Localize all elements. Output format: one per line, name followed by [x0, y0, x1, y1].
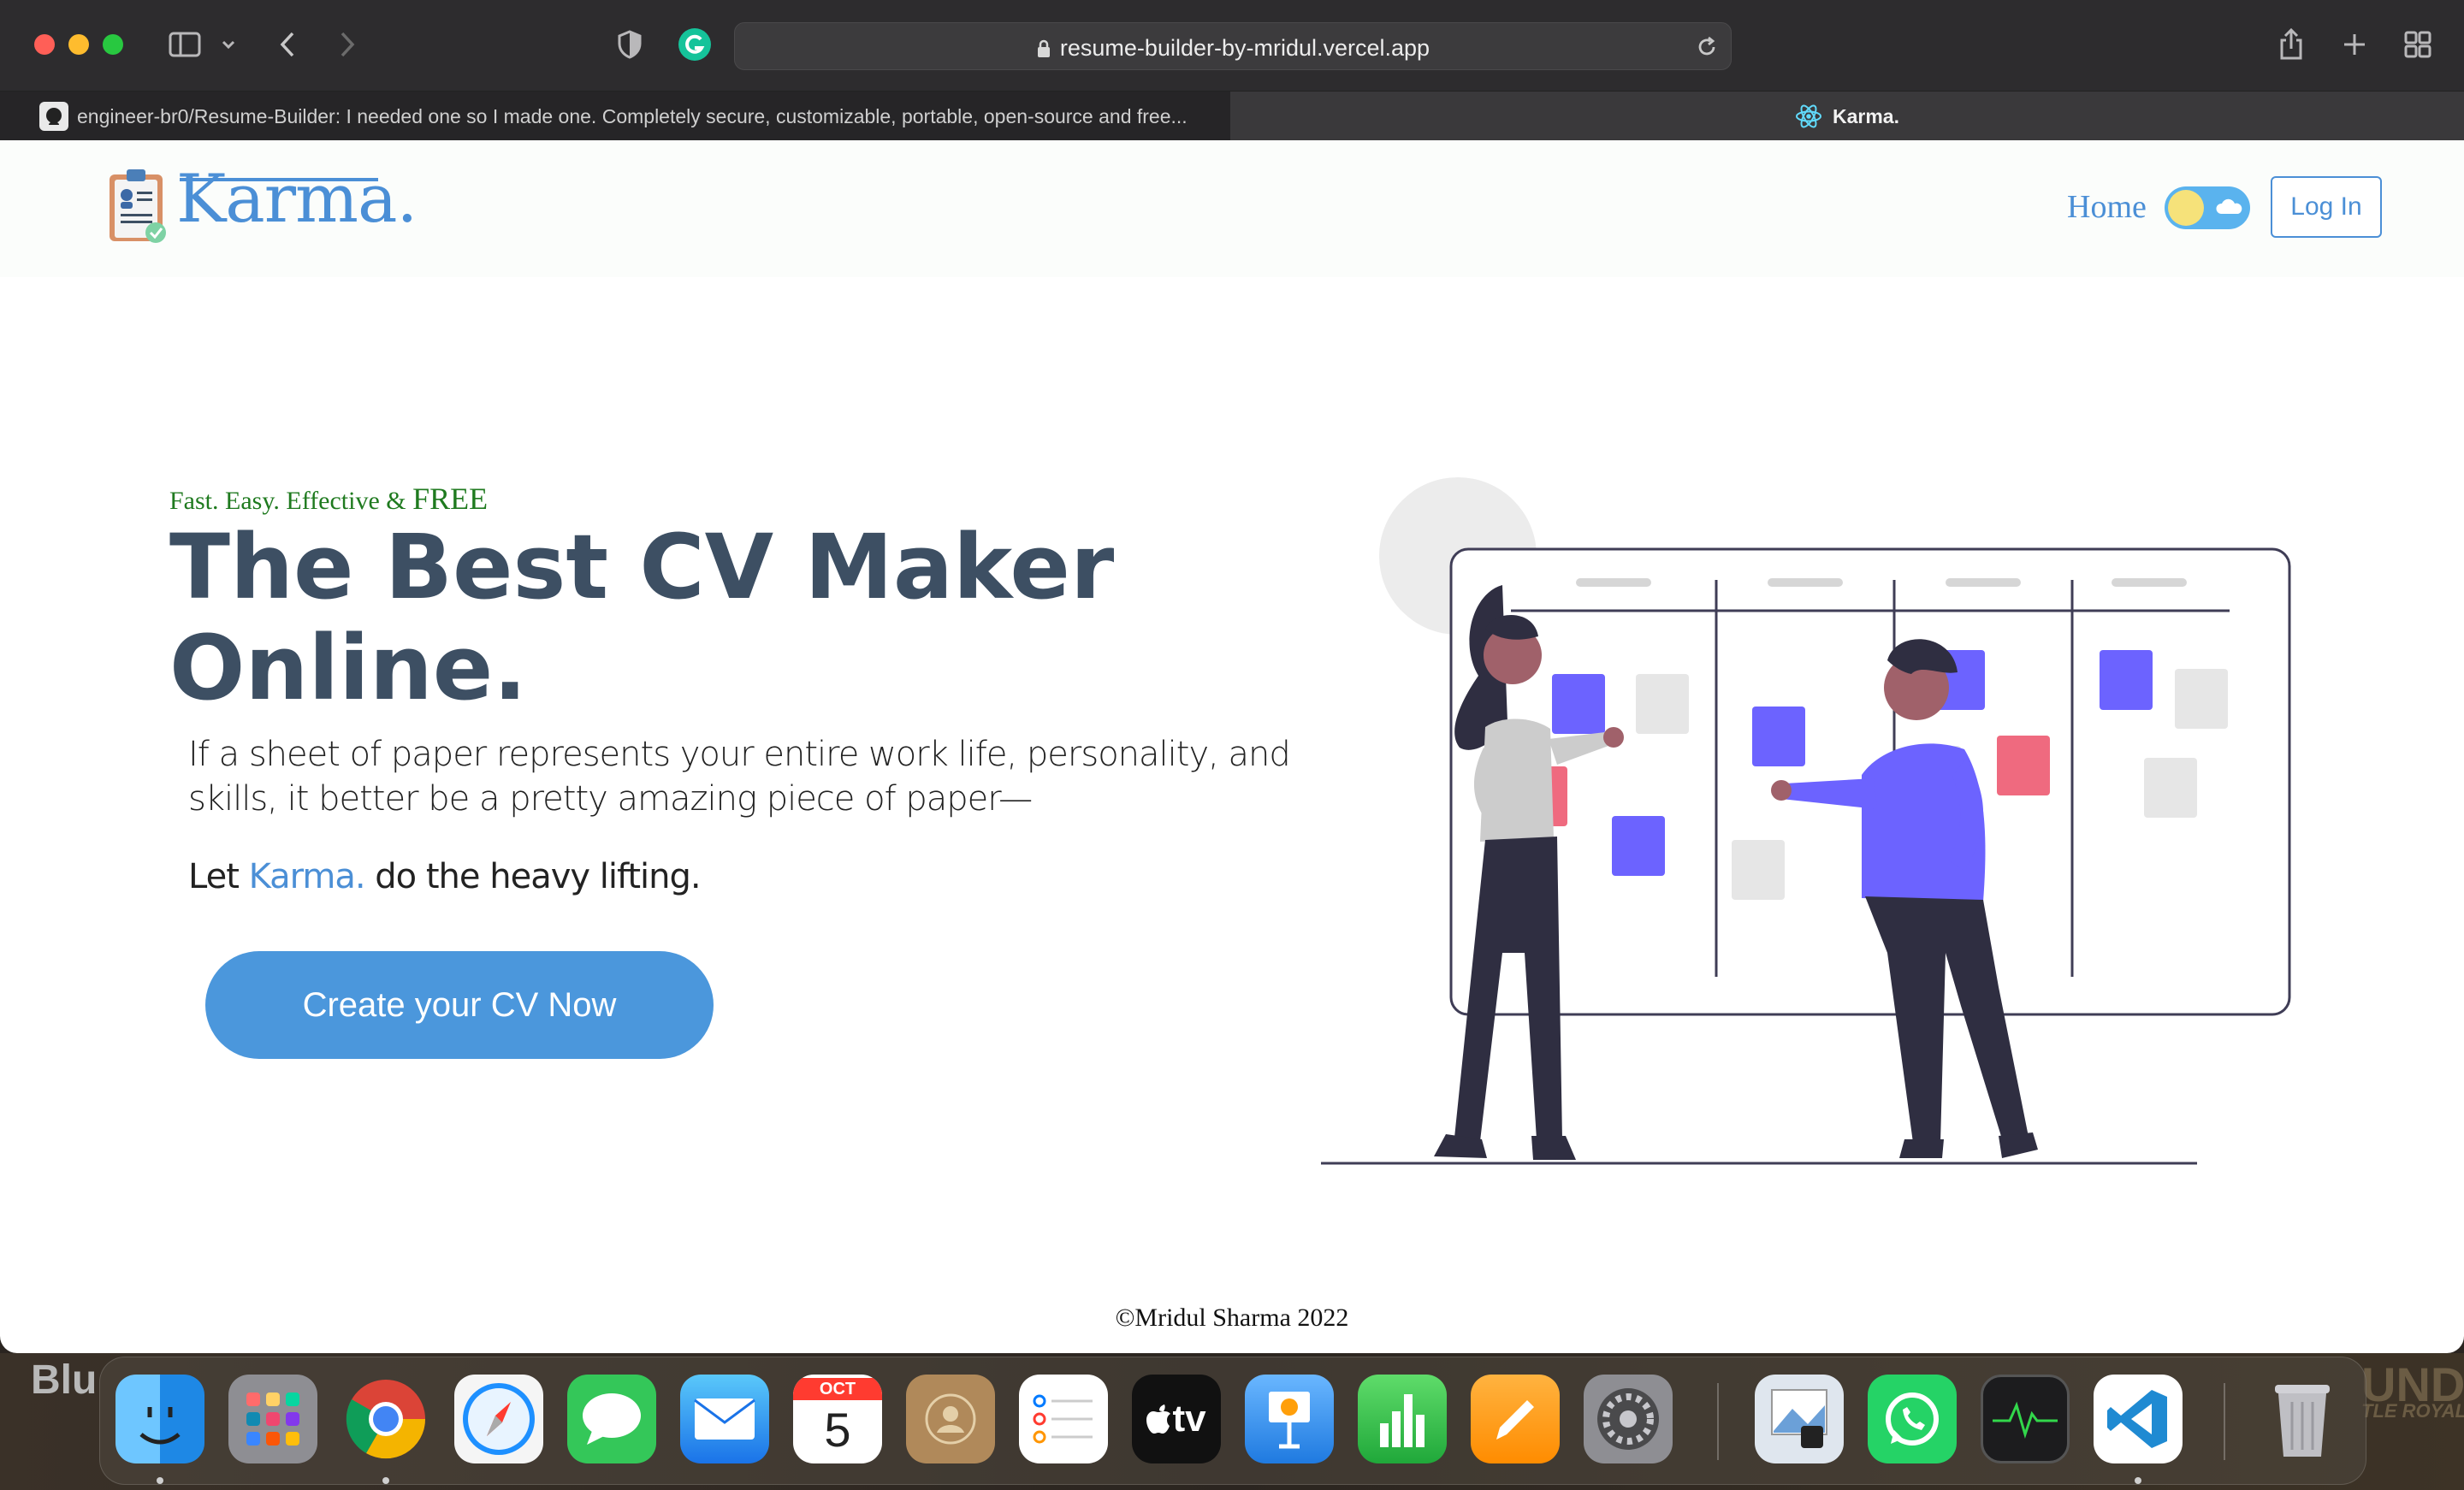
grammarly-extension-icon[interactable]	[676, 24, 714, 65]
tagline-free: FREE	[412, 482, 489, 516]
privacy-shield-icon[interactable]	[613, 24, 647, 65]
login-button[interactable]: Log In	[2271, 176, 2382, 238]
theme-toggle[interactable]	[2165, 186, 2250, 229]
apple-tv-label: tv	[1172, 1398, 1206, 1440]
hero-illustration	[1309, 474, 2319, 1184]
site-footer: ©Mridul Sharma 2022	[1115, 1304, 1349, 1332]
zoom-window-button[interactable]	[103, 34, 123, 55]
hero-tagline: Fast. Easy. Effective & FREE	[169, 481, 488, 517]
nav-home-link[interactable]: Home	[2067, 188, 2147, 226]
tagline-text: Fast. Easy. Effective &	[169, 487, 413, 515]
subline-brand: Karma.	[248, 857, 366, 896]
subline-suffix: do the heavy lifting.	[364, 857, 701, 896]
activity-monitor-icon[interactable]	[1981, 1375, 2070, 1463]
tab-karma[interactable]: Karma.	[1230, 92, 2464, 141]
share-icon[interactable]	[2272, 24, 2310, 65]
url-text: resume-builder-by-mridul.vercel.app	[735, 35, 1731, 62]
react-icon	[1796, 104, 1821, 128]
wallpaper-text-right-sub: TLE ROYAL	[2361, 1400, 2464, 1422]
hero-description: If a sheet of paper represents your enti…	[188, 735, 1291, 819]
dock: OCT 5 tv	[99, 1357, 2366, 1485]
tab-label: engineer-br0/Resume-Builder: I needed on…	[77, 104, 1188, 127]
finder-icon[interactable]	[116, 1375, 204, 1463]
preview-icon[interactable]	[1755, 1375, 1844, 1463]
dock-separator	[2224, 1383, 2225, 1460]
forward-arrow-icon[interactable]	[330, 24, 364, 65]
keynote-icon[interactable]	[1245, 1375, 1334, 1463]
tab-bar: engineer-br0/Resume-Builder: I needed on…	[0, 91, 2464, 141]
vscode-running-indicator	[2135, 1477, 2141, 1484]
contacts-icon[interactable]	[906, 1375, 995, 1463]
sun-icon	[2168, 190, 2204, 226]
headline-line-2: Online.	[169, 616, 527, 720]
reload-icon[interactable]	[1695, 35, 1719, 63]
dock-separator	[1717, 1383, 1719, 1460]
trash-icon[interactable]	[2258, 1375, 2347, 1463]
tab-label: Karma.	[1833, 104, 1899, 127]
safari-icon[interactable]	[454, 1375, 543, 1463]
hero-headline: The Best CV Maker Online.	[169, 517, 1282, 718]
back-arrow-icon[interactable]	[270, 24, 305, 65]
tab-github[interactable]: engineer-br0/Resume-Builder: I needed on…	[0, 92, 1230, 141]
lock-icon	[1037, 39, 1050, 57]
site-header: Karma. Home Log In	[0, 140, 2464, 277]
hero-subline: Let Karma. do the heavy lifting.	[188, 857, 702, 896]
tab-overview-icon[interactable]	[2399, 24, 2437, 65]
finder-running-indicator	[157, 1477, 163, 1484]
site-logo-text[interactable]: Karma.	[176, 161, 418, 238]
chrome-running-indicator	[382, 1477, 389, 1484]
whatsapp-icon[interactable]	[1868, 1375, 1957, 1463]
web-page: Karma. Home Log In Fast. Easy. Effective…	[0, 140, 2464, 1353]
messages-icon[interactable]	[567, 1375, 656, 1463]
minimize-window-button[interactable]	[68, 34, 89, 55]
browser-toolbar: resume-builder-by-mridul.vercel.app	[0, 0, 2464, 91]
chevron-down-icon[interactable]	[216, 24, 241, 65]
headline-line-1: The Best CV Maker	[169, 515, 1115, 619]
wallpaper-text-left: Blu	[31, 1357, 98, 1403]
reminders-icon[interactable]	[1019, 1375, 1108, 1463]
address-bar[interactable]: resume-builder-by-mridul.vercel.app	[734, 22, 1732, 70]
create-cv-button[interactable]: Create your CV Now	[205, 951, 714, 1059]
clipboard-resume-icon[interactable]	[106, 166, 171, 245]
mail-icon[interactable]	[680, 1375, 769, 1463]
calendar-icon[interactable]: OCT 5	[793, 1375, 882, 1463]
pages-icon[interactable]	[1471, 1375, 1560, 1463]
close-window-button[interactable]	[34, 34, 55, 55]
cloud-icon	[2216, 198, 2242, 214]
calendar-day: 5	[824, 1403, 851, 1457]
chrome-icon[interactable]	[341, 1375, 430, 1463]
new-tab-icon[interactable]	[2336, 24, 2373, 65]
github-icon	[39, 102, 68, 131]
calendar-month: OCT	[793, 1378, 882, 1400]
sidebar-toggle-icon[interactable]	[164, 24, 205, 65]
wallpaper-text-right: UNDS TLE ROYAL	[2361, 1357, 2464, 1422]
launchpad-icon[interactable]	[228, 1375, 317, 1463]
system-preferences-icon[interactable]	[1584, 1375, 1673, 1463]
apple-tv-icon[interactable]: tv	[1132, 1375, 1221, 1463]
numbers-icon[interactable]	[1358, 1375, 1447, 1463]
vscode-icon[interactable]	[2094, 1375, 2183, 1463]
subline-prefix: Let	[188, 857, 249, 896]
